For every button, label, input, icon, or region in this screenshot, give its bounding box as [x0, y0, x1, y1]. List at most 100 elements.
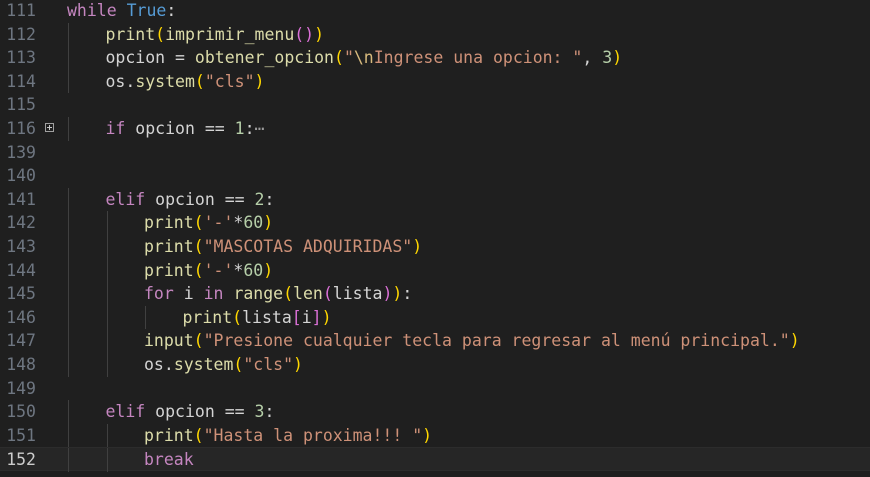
- line-number: 147: [6, 331, 36, 351]
- code-token: (: [334, 48, 344, 68]
- code-token: len: [293, 284, 323, 304]
- code-token: '-': [203, 260, 234, 280]
- code-editor[interactable]: 111 while True: 112 print(imprimir_menu()) 1…: [0, 0, 870, 477]
- code-token: opcion: [105, 48, 176, 68]
- indent-guide: [68, 235, 69, 259]
- code-token: imprimir_menu: [165, 24, 295, 44]
- code-token: :: [166, 1, 177, 20]
- line-number: 139: [6, 142, 36, 162]
- code-line[interactable]: 141 elif opcion == 2:: [0, 187, 870, 212]
- code-token: ): [263, 260, 274, 280]
- code-text: print('-'*60): [144, 211, 273, 235]
- code-token: ,: [582, 48, 603, 68]
- line-number: 114: [6, 71, 36, 91]
- code-token: ==: [204, 119, 225, 138]
- code-token: ]: [311, 307, 322, 327]
- code-token: (: [193, 237, 204, 256]
- code-token: (: [193, 425, 204, 445]
- code-line[interactable]: 140: [0, 164, 870, 188]
- code-text: print('-'*60): [144, 259, 273, 283]
- code-token: system: [135, 71, 195, 91]
- indent-guide: [68, 353, 69, 377]
- code-token: lista: [242, 307, 292, 327]
- code-token: ): [412, 237, 423, 256]
- indent-guide: [68, 69, 69, 94]
- code-line[interactable]: 115: [0, 93, 870, 117]
- code-line[interactable]: 144 print('-'*60): [0, 258, 870, 283]
- code-token: print: [144, 237, 194, 256]
- indent-guide: [68, 22, 69, 47]
- code-line[interactable]: 149: [0, 377, 870, 401]
- code-token: "Hasta la proxima!!! ": [203, 425, 423, 445]
- code-token: (: [283, 284, 294, 304]
- indent-guide: [68, 117, 69, 141]
- code-token: print: [182, 307, 233, 327]
- code-token: ): [293, 355, 303, 374]
- code-line[interactable]: 145 for i in range(len(lista)):: [0, 282, 870, 306]
- code-line[interactable]: 151 print("Hasta la proxima!!! "): [0, 423, 870, 448]
- code-token: i: [173, 284, 204, 304]
- code-line[interactable]: 113 opcion = obtener_opcion("\nIngrese un…: [0, 46, 870, 70]
- code-line[interactable]: 114 os.system("cls"): [0, 69, 870, 94]
- code-line[interactable]: 116 if opcion == 1:⋯: [0, 117, 870, 141]
- code-token: print: [105, 24, 156, 44]
- code-line[interactable]: 147 input("Presione cualquier tecla para …: [0, 329, 870, 353]
- code-token: \n: [353, 48, 374, 68]
- code-token: ): [321, 307, 332, 327]
- code-line[interactable]: 142 print('-'*60): [0, 211, 870, 235]
- code-token: input: [144, 331, 194, 351]
- code-line[interactable]: 146 print(lista[i]): [0, 305, 870, 330]
- code-token: (: [322, 284, 333, 304]
- line-number: 146: [6, 307, 36, 327]
- line-number: 142: [6, 213, 36, 233]
- line-number: 111: [6, 1, 36, 20]
- code-line[interactable]: 148 os.system("cls"): [0, 353, 870, 377]
- code-token: 1: [234, 119, 245, 138]
- code-token: "cls": [204, 71, 255, 91]
- code-text: for i in range(len(lista)):: [144, 282, 412, 306]
- code-token: 60: [243, 260, 264, 280]
- fold-expand-icon[interactable]: [45, 123, 54, 132]
- code-token: :: [264, 402, 275, 422]
- code-token: 60: [243, 213, 264, 233]
- code-text: if opcion == 1:⋯: [106, 117, 265, 141]
- code-token: 3: [254, 402, 265, 422]
- code-token: in: [203, 284, 224, 304]
- code-text: break: [144, 448, 194, 472]
- code-token: ): [382, 284, 393, 304]
- code-token: *: [233, 213, 244, 233]
- code-token: break: [144, 450, 194, 470]
- indent-guide: [106, 258, 108, 283]
- indent-guide: [68, 329, 69, 353]
- line-number: 140: [6, 166, 36, 186]
- code-token: [: [291, 307, 302, 327]
- indent-guide: [106, 353, 108, 377]
- indent-guide: [145, 305, 146, 330]
- code-token: ==: [224, 402, 245, 422]
- code-token: (: [193, 213, 204, 233]
- code-text: elif opcion == 3:: [106, 400, 275, 424]
- code-token: (: [155, 24, 166, 44]
- indent-guide: [106, 423, 108, 448]
- code-token: obtener_opcion: [194, 48, 334, 68]
- code-line[interactable]: 139: [0, 141, 870, 165]
- code-line[interactable]: 111 while True:: [0, 0, 870, 23]
- code-line[interactable]: 143 print("MASCOTAS ADQUIRIDAS"): [0, 235, 870, 259]
- code-token: for: [144, 284, 174, 304]
- indent-guide: [106, 305, 108, 330]
- code-token: 3: [602, 48, 613, 68]
- indent-guide: [68, 305, 69, 330]
- line-number: 112: [6, 24, 36, 44]
- code-token: *: [233, 260, 244, 280]
- line-number: 150: [6, 402, 36, 422]
- code-line[interactable]: 150 elif opcion == 3:: [0, 400, 870, 424]
- code-line[interactable]: 152 break: [0, 447, 870, 472]
- line-number: 141: [6, 189, 36, 209]
- code-token: (: [194, 71, 205, 91]
- code-line[interactable]: 112 print(imprimir_menu()): [0, 22, 870, 47]
- line-number: 115: [6, 95, 36, 115]
- code-token: ): [314, 24, 325, 44]
- code-token: "Presione cualquier tecla para regresar …: [203, 331, 790, 351]
